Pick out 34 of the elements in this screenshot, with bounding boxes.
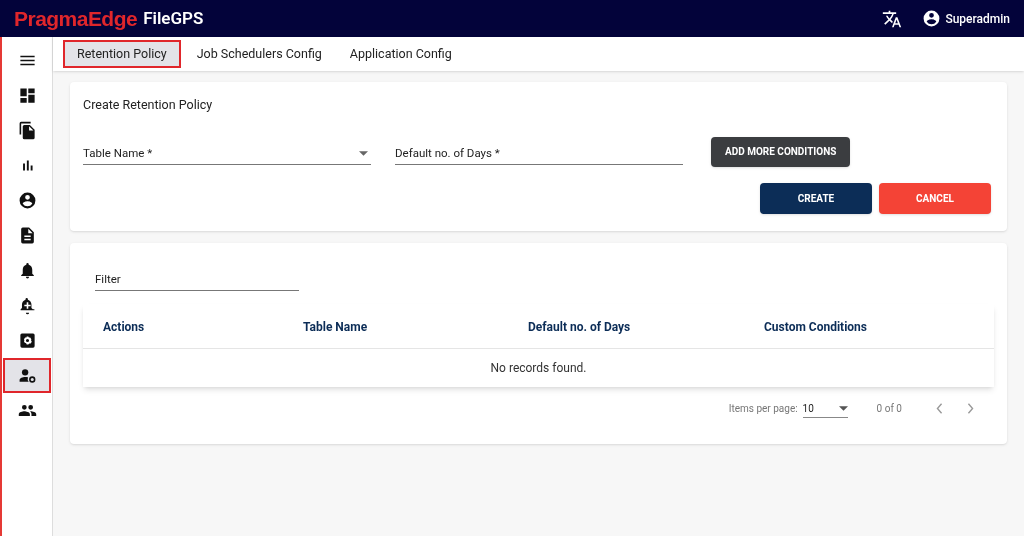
page-range: 0 of 0: [876, 402, 902, 416]
column-header: Custom Conditions: [764, 319, 867, 334]
settings-icon: [17, 331, 37, 350]
filter-field[interactable]: Filter: [95, 268, 299, 291]
translate-icon[interactable]: [882, 8, 903, 29]
account-icon[interactable]: [922, 9, 942, 28]
dropdown-placeholder: Table Name *: [83, 144, 153, 162]
dropdown-arrow-icon: [838, 405, 848, 411]
next-page-icon[interactable]: [967, 403, 974, 414]
card-title: Create Retention Policy: [83, 96, 214, 114]
previous-page-icon[interactable]: [936, 403, 943, 414]
create-button[interactable]: CREATE: [760, 183, 872, 214]
tab[interactable]: Job Schedulers Config: [184, 40, 334, 68]
table-name-dropdown[interactable]: Table Name *: [83, 142, 371, 165]
documents-icon: [17, 121, 37, 140]
page-size-select[interactable]: 10: [802, 399, 848, 418]
add-conditions-button[interactable]: ADD MORE CONDITIONS: [711, 136, 851, 167]
app-title: FileGPS: [143, 6, 204, 30]
default-days-field[interactable]: Default no. of Days *: [395, 142, 683, 165]
column-header: Actions: [103, 319, 145, 334]
sidebar-item[interactable]: [3, 358, 51, 393]
column-header: Table Name: [303, 319, 368, 334]
items-per-page-label: Items per page:: [728, 402, 798, 416]
cancel-button[interactable]: CANCEL: [879, 183, 991, 214]
dropdown-arrow-icon: [359, 150, 368, 156]
tab[interactable]: Application Config: [337, 40, 464, 68]
dashboard-icon: [17, 86, 37, 105]
brand-logo: PragmaEdge: [14, 5, 138, 32]
account-icon: [17, 191, 37, 210]
empty-message: No records found.: [490, 359, 587, 377]
user-gear-icon: [17, 366, 37, 385]
tab[interactable]: Retention Policy: [63, 40, 181, 68]
user-name[interactable]: Superadmin: [945, 9, 1010, 28]
column-header: Default no. of Days: [528, 319, 631, 334]
